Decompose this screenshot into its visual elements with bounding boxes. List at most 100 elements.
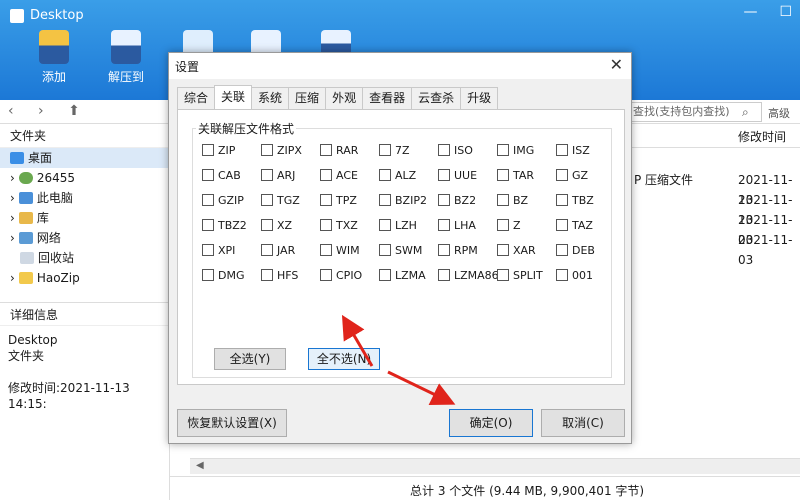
format-checkbox[interactable]: TPZ <box>320 192 357 208</box>
checkbox-icon[interactable] <box>261 194 273 206</box>
format-checkbox[interactable]: SWM <box>379 242 422 258</box>
tab-compression[interactable]: 压缩 <box>288 87 327 109</box>
close-icon[interactable]: ✕ <box>610 55 623 74</box>
checkbox-icon[interactable] <box>202 144 214 156</box>
format-checkbox[interactable]: XPI <box>202 242 235 258</box>
format-checkbox[interactable]: GZ <box>556 167 588 183</box>
checkbox-icon[interactable] <box>379 194 391 206</box>
format-checkbox[interactable]: TAZ <box>556 217 593 233</box>
extract-to-button[interactable]: 解压到 <box>96 30 156 85</box>
checkbox-icon[interactable] <box>556 219 568 231</box>
checkbox-icon[interactable] <box>202 169 214 181</box>
checkbox-icon[interactable] <box>497 269 509 281</box>
tab-viewer[interactable]: 查看器 <box>362 87 413 109</box>
format-checkbox[interactable]: RAR <box>320 142 358 158</box>
checkbox-icon[interactable] <box>202 194 214 206</box>
tab-update[interactable]: 升级 <box>460 87 499 109</box>
checkbox-icon[interactable] <box>497 144 509 156</box>
tab-association[interactable]: 关联 <box>214 85 253 109</box>
checkbox-icon[interactable] <box>556 144 568 156</box>
checkbox-icon[interactable] <box>438 144 450 156</box>
format-checkbox[interactable]: LHA <box>438 217 476 233</box>
checkbox-icon[interactable] <box>497 219 509 231</box>
format-checkbox[interactable]: HFS <box>261 267 298 283</box>
scroll-left-icon[interactable]: ◀ <box>196 460 204 471</box>
cancel-button[interactable]: 取消(C) <box>541 409 625 437</box>
format-checkbox[interactable]: GZIP <box>202 192 244 208</box>
tab-system[interactable]: 系统 <box>251 87 290 109</box>
checkbox-icon[interactable] <box>556 269 568 281</box>
checkbox-icon[interactable] <box>261 269 273 281</box>
checkbox-icon[interactable] <box>320 219 332 231</box>
tab-appearance[interactable]: 外观 <box>325 87 364 109</box>
format-checkbox[interactable]: ZIP <box>202 142 235 158</box>
tab-general[interactable]: 综合 <box>177 87 216 109</box>
checkbox-icon[interactable] <box>497 194 509 206</box>
checkbox-icon[interactable] <box>556 169 568 181</box>
table-row[interactable]: 2021-11-13 <box>630 190 800 227</box>
checkbox-icon[interactable] <box>379 269 391 281</box>
search-icon[interactable]: ⌕ <box>742 105 749 120</box>
format-checkbox[interactable]: TBZ <box>556 192 594 208</box>
checkbox-icon[interactable] <box>379 244 391 256</box>
format-checkbox[interactable]: CPIO <box>320 267 362 283</box>
chevron-right-icon[interactable]: › <box>10 228 15 248</box>
format-checkbox[interactable]: IMG <box>497 142 534 158</box>
format-checkbox[interactable]: UUE <box>438 167 477 183</box>
checkbox-icon[interactable] <box>320 169 332 181</box>
checkbox-icon[interactable] <box>202 244 214 256</box>
format-checkbox[interactable]: BZIP2 <box>379 192 427 208</box>
format-checkbox[interactable]: CAB <box>202 167 241 183</box>
advanced-search-link[interactable]: 高级 <box>768 105 790 121</box>
tree-item-haozip[interactable]: › HaoZip <box>0 268 169 288</box>
checkbox-icon[interactable] <box>261 244 273 256</box>
format-checkbox[interactable]: DEB <box>556 242 595 258</box>
format-checkbox[interactable]: LZMA <box>379 267 426 283</box>
format-checkbox[interactable]: LZMA86 <box>438 267 499 283</box>
chevron-right-icon[interactable]: › <box>10 168 15 188</box>
format-checkbox[interactable]: ISO <box>438 142 473 158</box>
chevron-right-icon[interactable]: › <box>10 188 15 208</box>
nav-arrows[interactable]: ‹ › ⬆ <box>8 103 90 119</box>
checkbox-icon[interactable] <box>497 244 509 256</box>
checkbox-icon[interactable] <box>438 219 450 231</box>
maximize-icon[interactable]: ☐ <box>779 4 792 20</box>
select-all-button[interactable]: 全选(Y) <box>214 348 286 370</box>
checkbox-icon[interactable] <box>438 269 450 281</box>
column-modified[interactable]: 修改时间 <box>738 128 786 145</box>
checkbox-icon[interactable] <box>202 269 214 281</box>
checkbox-icon[interactable] <box>438 169 450 181</box>
format-checkbox[interactable]: ISZ <box>556 142 590 158</box>
format-checkbox[interactable]: XZ <box>261 217 292 233</box>
checkbox-icon[interactable] <box>556 244 568 256</box>
restore-defaults-button[interactable]: 恢复默认设置(X) <box>177 409 287 437</box>
checkbox-icon[interactable] <box>379 169 391 181</box>
checkbox-icon[interactable] <box>379 219 391 231</box>
checkbox-icon[interactable] <box>556 194 568 206</box>
format-checkbox[interactable]: XAR <box>497 242 536 258</box>
format-checkbox[interactable]: ZIPX <box>261 142 302 158</box>
table-row[interactable]: 2021-11-03 <box>630 210 800 247</box>
format-checkbox[interactable]: SPLIT <box>497 267 543 283</box>
checkbox-icon[interactable] <box>261 169 273 181</box>
chevron-right-icon[interactable]: › <box>10 268 15 288</box>
ok-button[interactable]: 确定(O) <box>449 409 533 437</box>
checkbox-icon[interactable] <box>320 269 332 281</box>
format-checkbox[interactable]: TAR <box>497 167 534 183</box>
format-checkbox[interactable]: LZH <box>379 217 417 233</box>
tree-item-library[interactable]: › 库 <box>0 208 169 228</box>
checkbox-icon[interactable] <box>379 144 391 156</box>
format-checkbox[interactable]: ACE <box>320 167 358 183</box>
tree-item-desktop[interactable]: 桌面 <box>0 148 169 168</box>
table-row[interactable]: P 压缩文件 2021-11-13 <box>630 170 800 207</box>
select-none-button[interactable]: 全不选(N) <box>308 348 380 370</box>
tree-item-user[interactable]: › 26455 <box>0 168 169 188</box>
tab-cloud-scan[interactable]: 云查杀 <box>411 87 462 109</box>
checkbox-icon[interactable] <box>320 144 332 156</box>
minimize-icon[interactable]: — <box>743 4 757 20</box>
format-checkbox[interactable]: 7Z <box>379 142 410 158</box>
format-checkbox[interactable]: WIM <box>320 242 360 258</box>
format-checkbox[interactable]: BZ2 <box>438 192 476 208</box>
checkbox-icon[interactable] <box>320 194 332 206</box>
format-checkbox[interactable]: TBZ2 <box>202 217 247 233</box>
